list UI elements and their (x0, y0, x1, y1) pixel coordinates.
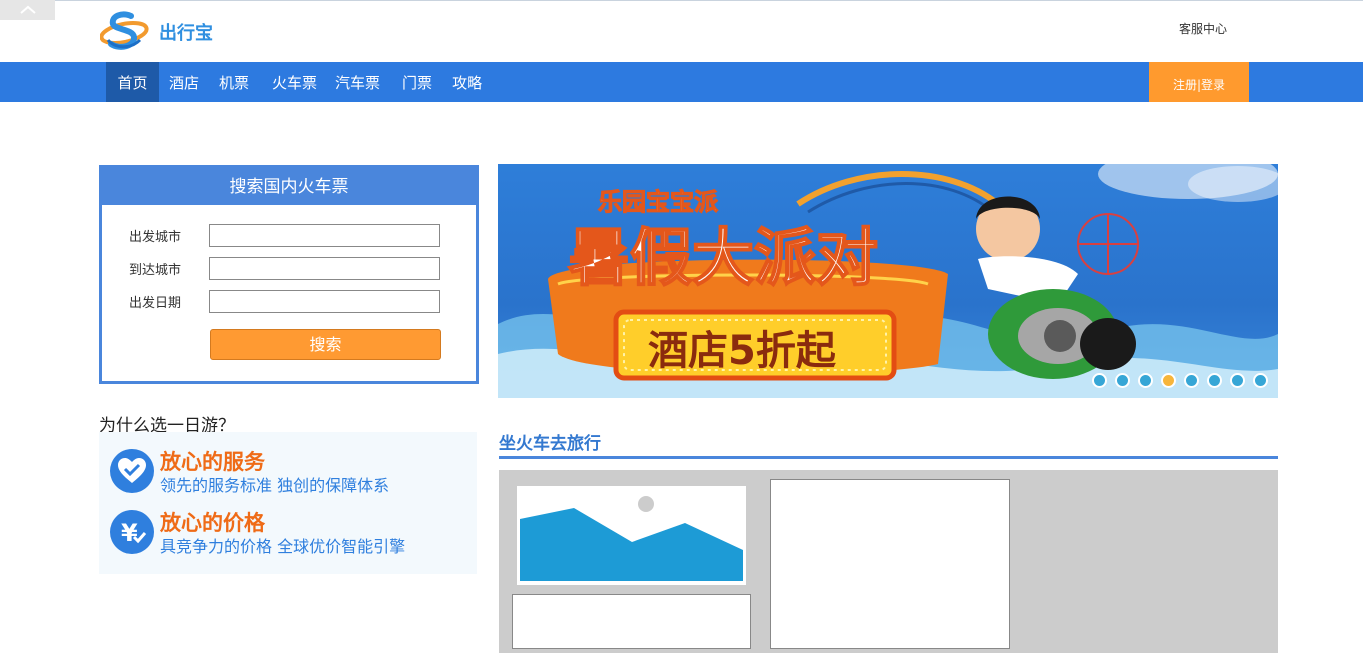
nav-item-tickets[interactable]: 门票 (402, 62, 432, 102)
why-item-price: ¥ 放心的价格 具竞争力的价格 全球优价智能引擎 (110, 510, 405, 558)
banner-dot[interactable] (1230, 373, 1245, 388)
departure-date-input[interactable] (209, 290, 440, 313)
banner-dot[interactable] (1115, 373, 1130, 388)
banner-pagination (1092, 373, 1276, 388)
site-logo[interactable]: 出行宝 (100, 10, 213, 54)
arrival-city-label: 到达城市 (129, 263, 182, 278)
customer-service-link[interactable]: 客服中心 (1179, 20, 1227, 37)
search-button[interactable]: 搜索 (210, 329, 441, 360)
why-service-heading: 放心的服务 (160, 450, 265, 474)
svg-text:¥: ¥ (121, 519, 138, 547)
nav-item-bus[interactable]: 汽车票 (335, 62, 380, 102)
promo-banner[interactable]: 乐园宝宝派 暑假大派对 酒店5折起 (498, 164, 1278, 398)
logo-text: 出行宝 (159, 23, 213, 44)
banner-dot[interactable] (1184, 373, 1199, 388)
banner-headline-main: 暑假大派对 (568, 221, 878, 294)
why-item-service-text: 放心的服务 领先的服务标准 独创的保障体系 (160, 449, 389, 497)
why-item-service: 放心的服务 领先的服务标准 独创的保障体系 (110, 449, 389, 497)
why-choose-panel: 放心的服务 领先的服务标准 独创的保障体系 ¥ 放心的价格 具竞争力的价格 全球… (99, 432, 477, 574)
why-price-subtitle: 具竞争力的价格 全球优价智能引擎 (160, 537, 406, 556)
why-price-heading: 放心的价格 (160, 511, 265, 535)
nav-item-guides[interactable]: 攻略 (452, 62, 482, 102)
nav-item-flights[interactable]: 机票 (219, 62, 249, 102)
banner-dot[interactable] (1092, 373, 1107, 388)
search-panel-title: 搜索国内火车票 (102, 168, 476, 205)
gallery-card[interactable] (770, 479, 1010, 649)
nav-item-train[interactable]: 火车票 (272, 62, 317, 102)
form-row-date: 出发日期 (129, 290, 440, 313)
yen-check-icon: ¥ (110, 510, 154, 554)
departure-city-input[interactable] (209, 224, 440, 247)
form-row-departure: 出发城市 (129, 224, 440, 247)
travel-gallery (499, 470, 1278, 653)
departure-date-label: 出发日期 (129, 296, 182, 311)
train-search-panel: 搜索国内火车票 出发城市 到达城市 出发日期 搜索 (99, 165, 479, 384)
banner-headline-top: 乐园宝宝派 (598, 188, 718, 216)
form-row-arrival: 到达城市 (129, 257, 440, 280)
section-title: 坐火车去旅行 (499, 434, 601, 454)
nav-item-hotel[interactable]: 酒店 (159, 62, 199, 102)
gallery-card-caption[interactable] (512, 594, 751, 649)
why-service-subtitle: 领先的服务标准 独创的保障体系 (160, 476, 390, 495)
site-header: 出行宝 客服中心 (0, 1, 1363, 62)
nav-items: 首页 酒店 机票 火车票 汽车票 门票 攻略 (106, 62, 482, 102)
banner-dot[interactable] (1161, 373, 1176, 388)
register-login-button[interactable]: 注册|登录 (1149, 62, 1249, 102)
departure-city-label: 出发城市 (129, 230, 182, 245)
nav-item-home[interactable]: 首页 (106, 62, 159, 102)
banner-dot[interactable] (1138, 373, 1153, 388)
main-nav: 首页 酒店 机票 火车票 汽车票 门票 攻略 注册|登录 (0, 62, 1363, 102)
gallery-image[interactable] (517, 486, 746, 585)
heart-check-icon (110, 449, 154, 493)
banner-artwork: 乐园宝宝派 暑假大派对 酒店5折起 (498, 164, 1278, 398)
section-divider (499, 456, 1278, 459)
banner-badge: 酒店5折起 (648, 328, 837, 374)
banner-dot[interactable] (1253, 373, 1268, 388)
logo-icon (100, 11, 149, 50)
image-placeholder-icon (520, 496, 743, 581)
arrival-city-input[interactable] (209, 257, 440, 280)
banner-dot[interactable] (1207, 373, 1222, 388)
why-item-price-text: 放心的价格 具竞争力的价格 全球优价智能引擎 (160, 510, 405, 558)
